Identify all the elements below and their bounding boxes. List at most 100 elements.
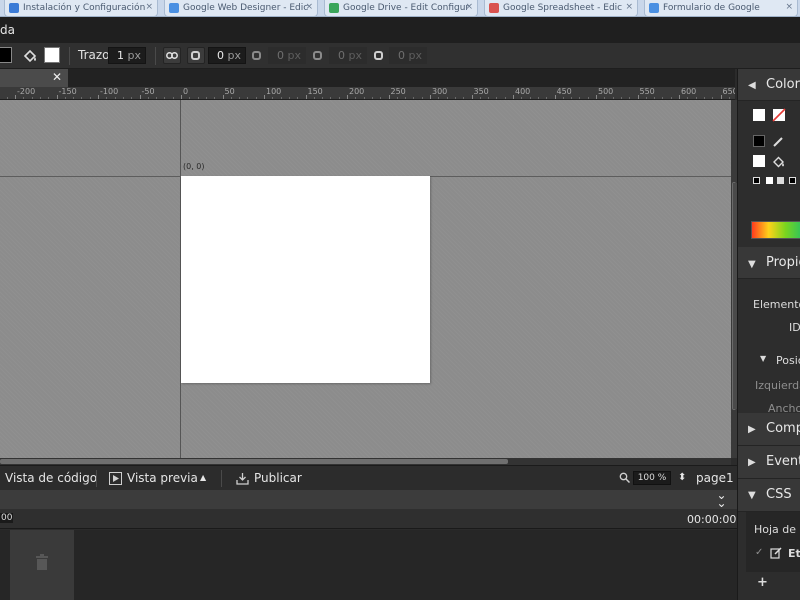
- ruler-label: 450: [556, 87, 572, 96]
- components-panel-header[interactable]: ▶ Compo: [738, 413, 800, 446]
- browser-tab-4[interactable]: Google Spreadsheet - Edic ×: [484, 0, 638, 16]
- fill-swatch[interactable]: [753, 155, 765, 167]
- ruler-label: 600: [681, 87, 697, 96]
- favicon-icon: [169, 3, 179, 13]
- menu-item-truncated[interactable]: da: [0, 23, 15, 37]
- browser-tab-1-label: Instalación y Configuración: [23, 3, 146, 13]
- color-gradient-bar[interactable]: [751, 221, 800, 239]
- element-label: Elemento: [753, 298, 800, 311]
- add-css-rule-button[interactable]: +: [757, 575, 768, 590]
- collapse-timeline-icon[interactable]: ⌄ ⌄: [713, 489, 727, 509]
- components-panel-title: Compo: [766, 421, 800, 436]
- events-panel-header[interactable]: ▶ Evento: [738, 446, 800, 479]
- timeline-ruler: 00 00:00:00: [0, 509, 737, 529]
- favicon-icon: [329, 3, 339, 13]
- fill-color-swatch[interactable]: [44, 47, 60, 63]
- browser-tab-2[interactable]: Google Web Designer - Edic ×: [164, 0, 318, 16]
- edit-icon[interactable]: [770, 547, 782, 559]
- css-panel-header[interactable]: ▼ CSS: [738, 479, 800, 512]
- horizontal-ruler: -200 -150 -100 -50 0 50 100 150 200 250 300 350 400 4…: [0, 87, 735, 100]
- position-section-title[interactable]: Posic: [776, 354, 800, 367]
- menu-bar: da: [0, 17, 800, 43]
- paint-bucket-icon[interactable]: [772, 155, 786, 169]
- ruler-label: -100: [100, 87, 119, 96]
- stroke-color-swatch[interactable]: [0, 47, 12, 63]
- browser-tab-5-label: Formulario de Google: [663, 3, 760, 13]
- css-panel-title: CSS: [766, 487, 792, 502]
- properties-panel-title: Propie: [766, 255, 800, 270]
- paint-bucket-icon: [23, 49, 37, 63]
- timeline-left-time: 00: [0, 513, 14, 523]
- stage[interactable]: [181, 176, 430, 383]
- rounded-corner-icon: [191, 51, 200, 60]
- expand-triangle-icon[interactable]: ▼: [760, 354, 766, 363]
- close-tab-icon[interactable]: ×: [465, 2, 473, 12]
- collapse-triangle-icon: ▶: [748, 457, 756, 468]
- ruler-label: 250: [390, 87, 406, 96]
- browser-tab-2-label: Google Web Designer - Edic: [183, 3, 309, 13]
- events-panel-title: Evento: [766, 454, 800, 469]
- link-corners-button[interactable]: [163, 47, 181, 64]
- ruler-label: 350: [473, 87, 489, 96]
- code-view-button[interactable]: Vista de código: [5, 471, 97, 485]
- expand-triangle-icon: ▼: [748, 490, 756, 501]
- page-selector[interactable]: page1: [696, 471, 734, 485]
- publish-icon: [236, 473, 249, 485]
- browser-tab-1[interactable]: Instalación y Configuración ×: [4, 0, 158, 16]
- favicon-icon: [649, 3, 659, 13]
- ruler-label: 550: [639, 87, 655, 96]
- browser-tab-5[interactable]: Formulario de Google ×: [644, 0, 798, 16]
- ruler-label: 50: [224, 87, 235, 96]
- canvas-horizontal-scrollbar[interactable]: [0, 458, 731, 465]
- close-tab-icon[interactable]: ×: [305, 2, 313, 12]
- stroke-width-input[interactable]: 1 px: [108, 47, 146, 64]
- trash-icon[interactable]: [35, 554, 49, 570]
- swap-colors-controls[interactable]: [753, 176, 797, 186]
- collapse-triangle-icon: ◀: [748, 80, 756, 91]
- small-swatch: [777, 177, 784, 184]
- browser-tab-strip: Instalación y Configuración × Google Web…: [0, 0, 800, 17]
- browser-tab-3[interactable]: Google Drive - Edit Configur ×: [324, 0, 478, 16]
- left-label: Izquierda: [755, 379, 800, 392]
- fill-white-swatch[interactable]: [753, 109, 765, 121]
- close-document-icon[interactable]: ✕: [52, 70, 62, 84]
- small-swatch: [789, 177, 796, 184]
- play-icon: [109, 472, 122, 485]
- design-canvas[interactable]: (0, 0): [0, 100, 731, 458]
- collapse-triangle-icon: ▶: [748, 424, 756, 435]
- close-tab-icon[interactable]: ×: [625, 2, 633, 12]
- ruler-label: 500: [598, 87, 614, 96]
- color-panel-header[interactable]: ◀ Color: [738, 69, 800, 101]
- timeline-body: [0, 530, 737, 600]
- corner-radius-unit: px: [408, 49, 423, 62]
- ruler-label: 650: [722, 87, 736, 96]
- properties-panel-header[interactable]: ▼ Propie: [738, 247, 800, 279]
- pencil-icon[interactable]: [772, 135, 785, 148]
- rounded-corner-icon: [374, 51, 383, 60]
- stroke-black-swatch[interactable]: [753, 135, 765, 147]
- ruler-label: 200: [349, 87, 365, 96]
- corner-radius-value: 0: [398, 49, 405, 62]
- corner-radius-unit: px: [287, 49, 302, 62]
- css-rule-label[interactable]: Eti: [788, 547, 800, 560]
- corner-radius-input-4: 0 px: [389, 47, 427, 64]
- close-tab-icon[interactable]: ×: [785, 2, 793, 12]
- close-tab-icon[interactable]: ×: [145, 2, 153, 12]
- rounded-corner-icon: [252, 51, 261, 60]
- small-swatch: [766, 177, 773, 184]
- no-color-icon[interactable]: [772, 108, 786, 122]
- id-label: ID: [789, 321, 800, 334]
- document-tab[interactable]: ✕: [0, 69, 68, 87]
- checkbox-icon[interactable]: ✓: [755, 547, 763, 558]
- zoom-level-input[interactable]: 100 %: [633, 471, 671, 485]
- corner-top-left-button[interactable]: [187, 47, 205, 64]
- preview-dropdown-icon[interactable]: ▲: [200, 473, 206, 482]
- preview-button[interactable]: Vista previa: [127, 471, 198, 485]
- publish-button[interactable]: Publicar: [254, 471, 302, 485]
- corner-radius-value: 0: [338, 49, 345, 62]
- corner-radius-input-1[interactable]: 0 px: [208, 47, 246, 64]
- page-stepper-icon[interactable]: ⬍: [678, 472, 686, 483]
- horizontal-scrollbar-thumb[interactable]: [0, 459, 508, 464]
- corner-radius-value: 0: [217, 49, 224, 62]
- stroke-width-value: 1: [117, 49, 124, 62]
